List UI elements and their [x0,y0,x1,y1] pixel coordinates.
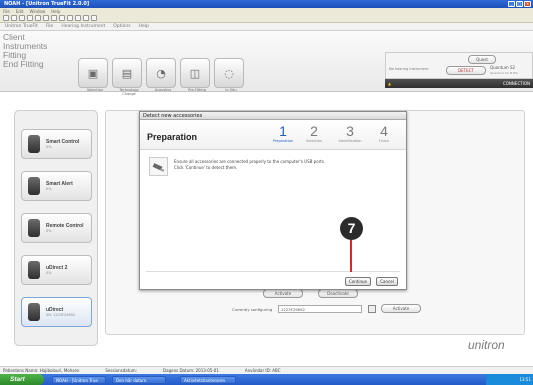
tool-button[interactable] [27,15,33,21]
dialog-divider [146,271,400,272]
menu-options[interactable]: Options [113,24,130,29]
quest-button[interactable]: Quest [468,55,496,64]
cancel-button[interactable]: Cancel [376,277,398,286]
activate-secondary-button[interactable]: Activate [381,304,421,313]
deactivate-button[interactable]: Deactivate [318,289,358,298]
step-3: 3 Identification [338,123,362,143]
clock: 13:51 [519,377,531,382]
callout-line [350,240,352,272]
accessory-smart-control[interactable]: Smart Control 0% [21,129,92,159]
device-left-label: No hearing instrument [389,67,429,71]
prefitting-icon: ◫ [180,58,210,88]
menu-help[interactable]: Help [139,24,149,29]
product-sub: Quantum S2 M 8% [490,71,519,75]
accessory-smart-alert[interactable]: Smart Alert 0% [21,171,92,201]
dialog-message-line2: Click 'Continue' to detect them. [174,165,238,170]
warning-icon: ▲ [388,81,392,86]
menu-truefit[interactable]: Unitron TrueFit [5,24,38,29]
tool-button[interactable] [75,15,81,21]
step-callout-marker: 7 [340,217,363,240]
tool-button[interactable] [3,15,9,21]
tool-button[interactable] [67,15,73,21]
workflow-selection[interactable]: ▣ Selection [78,58,112,92]
session-date: Sessionsdatum: [105,368,138,373]
maximize-button[interactable]: □ [516,1,523,7]
workflow-technology[interactable]: ▤ Technology Change [112,58,146,96]
user-id: Användar ID: ABC [244,368,281,373]
technology-icon: ▤ [112,58,142,88]
tool-button[interactable] [19,15,25,21]
tool-button[interactable] [91,15,97,21]
accessory-udirect-2[interactable]: uDirect 2 0% [21,255,92,285]
refresh-icon[interactable] [368,305,376,313]
tool-button[interactable] [83,15,89,21]
dialog-message-line1: Ensure all accessories are connected pro… [174,159,326,164]
udirect-icon [28,261,40,279]
accessories-panel: Smart Control 0% Smart Alert 0% Remote Con… [14,110,98,346]
remote-icon [28,177,40,195]
start-button[interactable]: Start [0,374,44,385]
app-menu-bar: Unitron TrueFit File Hearing Instrument … [0,23,533,31]
insitu-icon: ◌ [214,58,244,88]
configuring-field[interactable]: 1223F29692 [278,305,362,313]
menu-file[interactable]: File [46,24,54,29]
usb-device-icon [149,157,168,176]
title-bar: NOAH - [Unitron TrueFit 2.0.0] _ □ × [0,0,533,8]
tool-button[interactable] [59,15,65,21]
close-button[interactable]: × [524,1,531,7]
step-1: 1 Preparation [272,123,294,143]
workflow-insitu[interactable]: ◌ In Situ [214,58,248,92]
product-name: Quantum S2 [490,65,516,70]
taskbar-item-taskmanager[interactable]: Aktivitetshanteraren [180,376,236,384]
remote-icon [28,135,40,153]
connection-label[interactable]: CONNECTION [503,81,530,86]
step-4: 4 Finish [379,123,389,143]
taskbar-item-noah[interactable]: NOAH - [Unitron True [52,376,106,384]
dialog-heading: Preparation [147,132,198,142]
unitron-logo: unitron [468,338,505,352]
tool-button[interactable] [43,15,49,21]
connection-strip: ▲ CONNECTION [385,79,533,88]
menu-hearing-instrument[interactable]: Hearing Instrument [61,24,105,29]
tool-button[interactable] [51,15,57,21]
selection-icon: ▣ [78,58,108,88]
menu-edit[interactable]: Edit [16,9,24,14]
status-line: Patientens Namn: Hajibolouri, Mohsen Ses… [0,366,533,374]
acoustics-icon: ◔ [146,58,176,88]
dialog-header: Preparation 1 Preparation 2 Selection 3 … [140,120,406,150]
nav-end-fitting[interactable]: End Fitting [3,60,47,69]
configuring-label: Currently configuring [232,307,273,312]
today-date: Dagens Datum: 2013-05-01 [163,368,219,373]
accessory-udirect[interactable]: uDirect SN: 1223F29692 [21,297,92,327]
workflow-prefitting[interactable]: ◫ Pre-Fitting [180,58,214,92]
detect-accessories-dialog: Detect new accessories Preparation 1 Pre… [139,111,407,290]
window-title: NOAH - [Unitron TrueFit 2.0.0] [4,1,90,7]
detect-button[interactable]: DETECT [446,66,486,75]
menu-window[interactable]: Window [29,9,45,14]
tool-button[interactable] [11,15,17,21]
udirect-icon [28,303,40,321]
navigation: Client Instruments Fitting End Fitting [3,33,47,69]
system-tray: 13:51 [486,374,533,385]
continue-button[interactable]: Continue [345,277,371,286]
accessory-remote-control[interactable]: Remote Control 0% [21,213,92,243]
dialog-title: Detect new accessories [140,112,406,120]
menu-help[interactable]: Help [51,9,60,14]
activate-button[interactable]: Activate [263,289,303,298]
menu-file[interactable]: File [3,9,10,14]
step-2: 2 Selection [305,123,323,143]
workflow-acoustics[interactable]: ◔ Acoustics [146,58,180,92]
patient-name: Patientens Namn: Hajibolouri, Mohsen [3,368,80,373]
tool-button[interactable] [35,15,41,21]
device-panel: No hearing instrument Quest DETECT Quant… [385,52,533,79]
toolbar [0,14,533,23]
minimize-button[interactable]: _ [508,1,515,7]
taskbar-item-computer[interactable]: Den här datorn [112,376,166,384]
remote-icon [28,219,40,237]
